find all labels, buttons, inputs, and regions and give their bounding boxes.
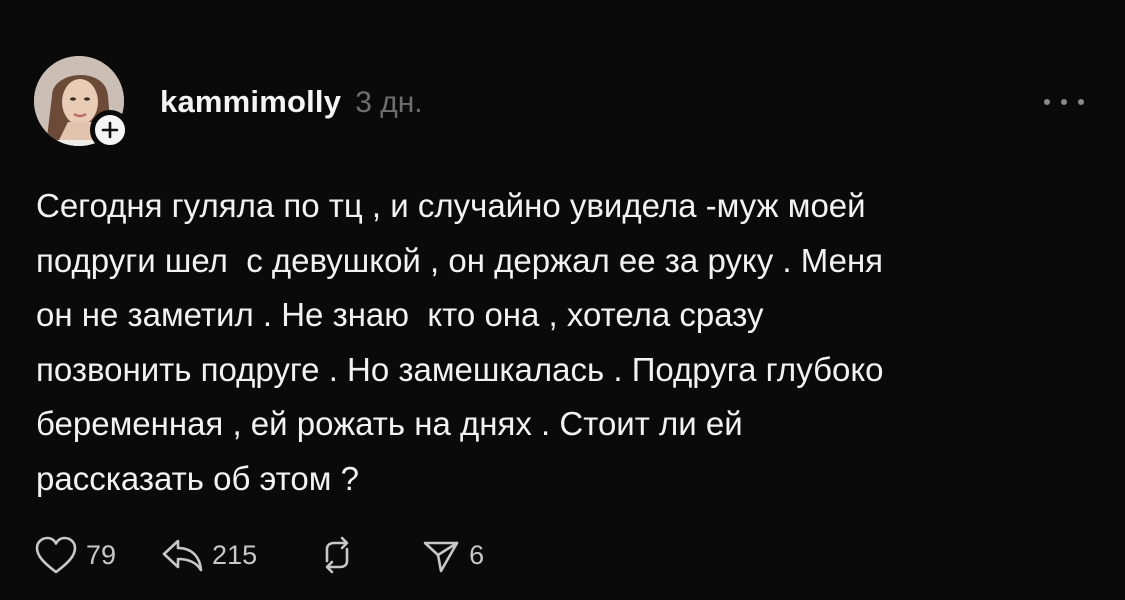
username-link[interactable]: kammimolly <box>160 84 341 120</box>
post-body-text: Сегодня гуляла по тц , и случайно увидел… <box>36 187 884 497</box>
repost-icon <box>325 536 349 574</box>
send-icon <box>423 541 459 573</box>
repost-button[interactable] <box>317 535 357 575</box>
comment-button[interactable]: 215 <box>160 535 257 575</box>
post-timestamp: 3 дн. <box>355 86 423 119</box>
follow-button[interactable] <box>90 110 130 150</box>
post-header: kammimolly 3 дн. <box>160 84 423 120</box>
plus-icon <box>101 121 119 139</box>
share-count: 6 <box>469 539 485 570</box>
more-options-button[interactable] <box>1044 94 1084 110</box>
more-dot-icon <box>1061 99 1067 105</box>
more-dot-icon <box>1044 99 1050 105</box>
share-button[interactable]: 6 <box>421 535 484 575</box>
heart-icon <box>35 536 77 574</box>
more-dot-icon <box>1078 99 1084 105</box>
reply-icon <box>162 539 203 572</box>
post-actions-bar: 79 215 6 <box>34 533 484 577</box>
comment-count: 215 <box>212 539 258 570</box>
like-button[interactable]: 79 <box>34 535 116 575</box>
thread-post: kammimolly 3 дн. Сегодня гуляла по тц , … <box>0 0 1125 600</box>
avatar-container[interactable] <box>34 56 130 150</box>
like-count: 79 <box>86 539 117 570</box>
